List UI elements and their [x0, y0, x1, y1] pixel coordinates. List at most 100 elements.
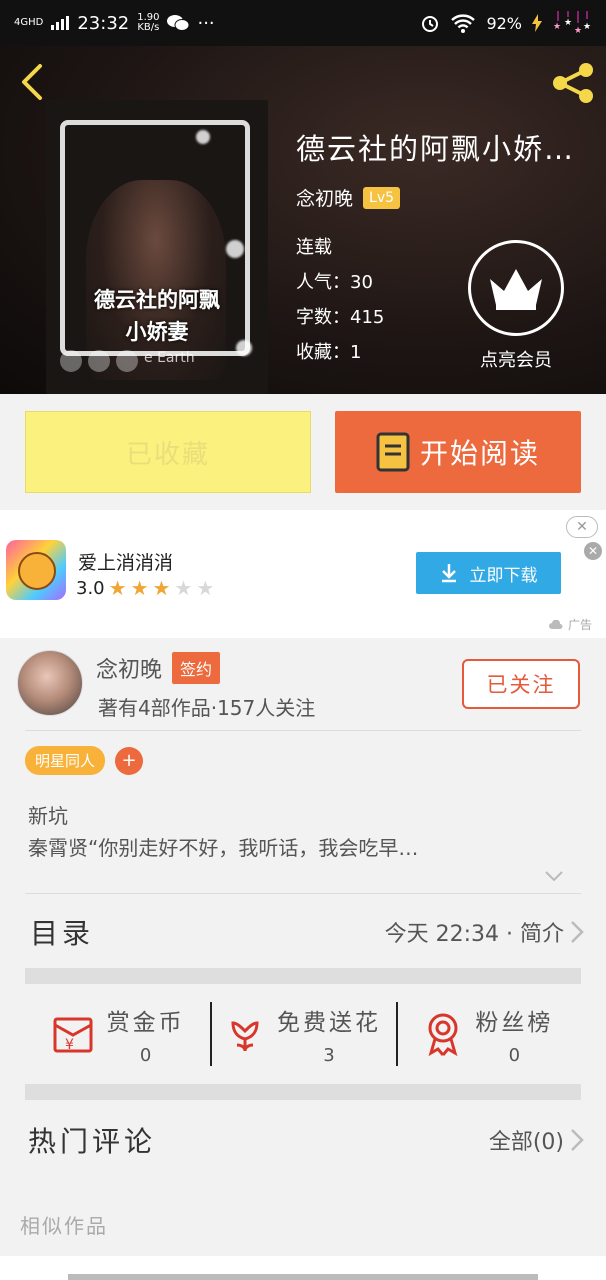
stat-fans[interactable]: 粉丝榜 0 — [395, 986, 581, 1082]
ad-rating-value: 3.0 — [76, 577, 105, 599]
signal-icon — [51, 16, 70, 30]
stat-value: 0 — [139, 1044, 152, 1066]
hot-comments-row[interactable]: 热门评论 全部(0) — [0, 1100, 606, 1180]
favorite-count: 收藏：1 — [296, 342, 362, 363]
flower-icon — [231, 1021, 259, 1052]
download-button[interactable]: 立即下载 — [416, 552, 561, 594]
star-icon: ★ — [108, 576, 127, 600]
author-card[interactable]: 念初晚 签约 著有4部作品·157人关注 已关注 — [0, 638, 606, 730]
stat-name: 粉丝榜 — [475, 1009, 554, 1036]
author-name[interactable]: 念初晚 — [296, 184, 353, 211]
svg-text:¥: ¥ — [65, 1037, 74, 1053]
ad-banner[interactable]: 爱上消消消 3.0 ★ ★ ★ ★ ★ 立即下载 ✕ ✕ 广告 — [0, 510, 606, 638]
ad-rating: 3.0 ★ ★ ★ ★ ★ — [76, 576, 214, 600]
intro-line: 秦霄贤“你别走好不好，我听话，我会吃早… — [28, 836, 419, 860]
start-reading-label: 开始阅读 — [419, 437, 540, 470]
signed-badge: 签约 — [172, 652, 221, 684]
download-label: 立即下载 — [469, 565, 538, 586]
decoration-stars-icon: ★ ★★ ★ — [553, 11, 591, 35]
ad-tag-text: 广告 — [568, 618, 593, 632]
star-empty-icon: ★ — [174, 576, 193, 600]
cover-subtitle: e Earth — [144, 350, 195, 366]
section-separator — [25, 968, 581, 984]
member-label: 点亮会员 — [480, 350, 552, 371]
chevron-right-icon — [571, 1129, 584, 1151]
more-icon: ··· — [197, 12, 215, 34]
cloud-icon — [549, 619, 563, 629]
status-bar: 4GHD 23:32 1.90 KB/s ··· 92% ★ ★ ★ ★ — [0, 0, 606, 46]
cover-dots — [60, 350, 138, 372]
star-empty-icon: ★ — [196, 576, 215, 600]
favorited-button[interactable]: 已收藏 — [25, 411, 311, 493]
envelope-coin-icon: ¥ — [53, 1017, 93, 1053]
chevron-down-icon[interactable] — [544, 866, 564, 886]
divider — [25, 730, 581, 731]
clock: 23:32 — [77, 12, 130, 34]
book-cover[interactable]: 德云社的阿飘 小娇妻 e Earth — [46, 100, 268, 394]
svg-text:★: ★ — [564, 18, 572, 28]
stat-flowers[interactable]: 免费送花 3 — [210, 986, 395, 1082]
toc-update: 今天 22:34 · 简介 — [384, 922, 564, 947]
book-title: 德云社的阿飘小娇… — [296, 132, 576, 166]
serial-status: 连载 — [296, 237, 332, 258]
tag-list: 明星同人 + — [25, 746, 144, 775]
book-icon — [376, 432, 410, 472]
stat-value: 3 — [323, 1044, 335, 1066]
charging-icon — [532, 14, 542, 32]
chevron-right-icon — [571, 921, 584, 943]
hot-comments-title: 热门评论 — [28, 1125, 157, 1158]
intro-line: 新坑 — [28, 804, 68, 828]
wifi-icon — [451, 14, 476, 33]
stat-value: 0 — [508, 1044, 521, 1066]
stat-coins[interactable]: ¥ 赏金币 0 — [25, 986, 210, 1082]
ad-app-name: 爱上消消消 — [78, 552, 174, 574]
book-intro[interactable]: 新坑 秦霄贤“你别走好不好，我听话，我会吃早… — [28, 800, 576, 864]
popularity: 人气：30 — [296, 272, 373, 293]
svg-text:★: ★ — [574, 26, 582, 35]
stat-name: 免费送花 — [276, 1009, 381, 1036]
section-separator — [25, 1084, 581, 1100]
ad-label: 广告 — [548, 616, 592, 633]
start-reading-button[interactable]: 开始阅读 — [335, 411, 581, 493]
cover-title-line: 小娇妻 — [125, 319, 189, 344]
word-count: 字数：415 — [296, 307, 385, 328]
net-speed-unit: KB/s — [137, 22, 160, 33]
ad-close-button[interactable]: ✕ — [566, 516, 598, 538]
game-app-icon — [6, 540, 66, 600]
all-comments-link[interactable]: 全部(0) — [489, 1124, 564, 1156]
genre-tag[interactable]: 明星同人 — [25, 746, 106, 775]
share-icon[interactable] — [548, 58, 598, 108]
stat-name: 赏金币 — [106, 1009, 185, 1036]
reward-stats: ¥ 赏金币 0 免费送花 3 粉丝榜 0 — [25, 986, 581, 1082]
avatar[interactable] — [17, 650, 83, 716]
svg-text:★: ★ — [583, 22, 591, 32]
book-meta: 连载 人气：30 字数：415 收藏：1 — [296, 230, 384, 370]
similar-works-strip — [0, 1256, 606, 1280]
cover-title: 德云社的阿飘 小娇妻 — [46, 284, 268, 348]
cover-title-line: 德云社的阿飘 — [94, 287, 220, 312]
add-tag-button[interactable]: + — [115, 746, 144, 775]
member-button[interactable]: 点亮会员 — [466, 240, 566, 372]
table-of-contents-row[interactable]: 目录 今天 22:34 · 简介 — [0, 894, 606, 968]
star-icon: ★ — [130, 576, 149, 600]
alarm-icon — [422, 16, 439, 32]
back-icon[interactable] — [16, 60, 50, 104]
crown-icon — [468, 240, 564, 336]
author-card-name[interactable]: 念初晚 — [96, 652, 162, 684]
toc-title: 目录 — [30, 917, 95, 950]
action-bar: 已收藏 开始阅读 — [0, 394, 606, 510]
follow-button[interactable]: 已关注 — [462, 659, 580, 709]
svg-text:★: ★ — [553, 22, 561, 32]
download-icon — [441, 564, 456, 583]
network-type: 4GHD — [14, 17, 44, 28]
battery-level: 92% — [486, 13, 522, 33]
author-stats: 著有4部作品·157人关注 — [98, 696, 316, 720]
star-icon: ★ — [152, 576, 171, 600]
level-badge: Lv5 — [363, 186, 401, 209]
wechat-icon — [167, 15, 190, 31]
similar-works-title: 相似作品 — [20, 1214, 108, 1238]
ad-dismiss-icon[interactable]: ✕ — [584, 542, 602, 560]
book-header: 德云社的阿飘 小娇妻 e Earth 德云社的阿飘小娇… 念初晚 Lv5 连载 … — [0, 46, 606, 394]
net-speed: 1.90 KB/s — [137, 13, 159, 33]
author-row[interactable]: 念初晚 Lv5 — [296, 184, 401, 211]
